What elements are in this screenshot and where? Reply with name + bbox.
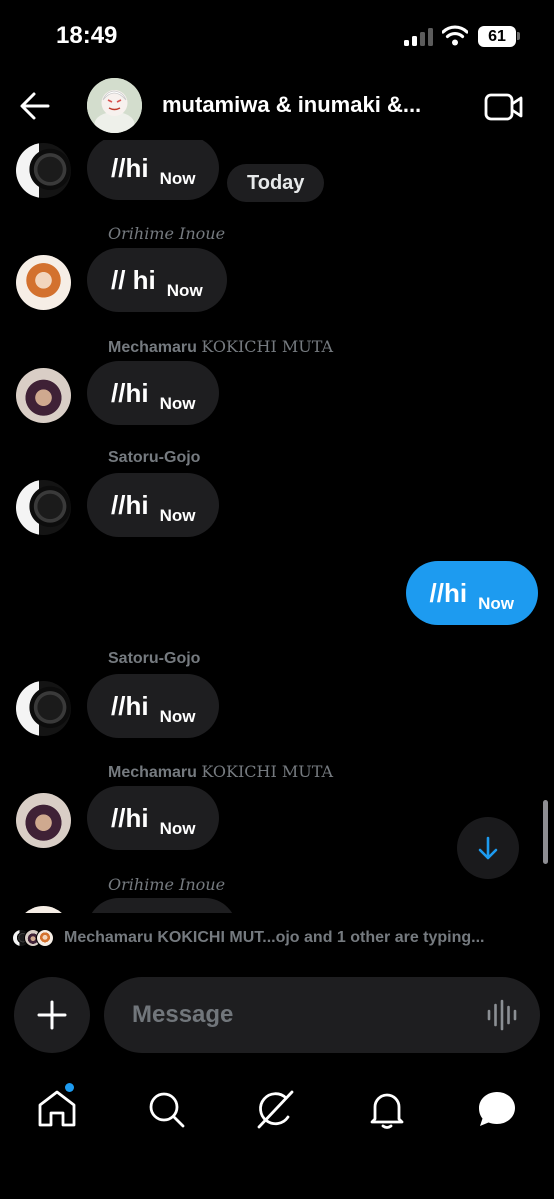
notification-dot <box>65 1083 74 1092</box>
message-text: //hi <box>111 489 149 520</box>
sender-avatar[interactable] <box>16 368 71 423</box>
message-time: Now <box>159 707 196 726</box>
back-button[interactable] <box>18 90 52 122</box>
sender-name: Satoru-Gojo <box>108 449 201 466</box>
video-call-button[interactable] <box>484 92 524 122</box>
battery-tip <box>517 32 520 40</box>
battery-indicator: 61 <box>478 26 516 47</box>
message-bubble[interactable]: //hi Now <box>87 786 220 850</box>
message-text: //hi <box>111 152 149 183</box>
grok-icon[interactable] <box>253 1087 297 1131</box>
sender-name: Satoru-Gojo <box>108 650 201 667</box>
conversation-title[interactable]: mutamiwa & inumaki &... <box>162 92 460 118</box>
sender-name-part: KOKICHI MUTA <box>201 762 334 781</box>
wifi-icon <box>442 25 468 46</box>
message-text: //hi <box>111 690 149 721</box>
message-text: // hi <box>111 264 156 295</box>
typing-text: Mechamaru KOKICHI MUT...ojo and 1 other … <box>64 929 485 947</box>
message-time: Now <box>159 394 196 413</box>
sender-avatar[interactable] <box>16 255 71 310</box>
typing-indicator: Mechamaru KOKICHI MUT...ojo and 1 other … <box>12 927 542 951</box>
bottom-navigation <box>0 1075 554 1199</box>
typing-text-part: Mechamaru <box>64 929 153 946</box>
message-time: Now <box>159 169 196 188</box>
bell-icon[interactable] <box>365 1087 409 1131</box>
typing-text-part: KOKICHI MUT <box>152 929 263 946</box>
message-text: //hi <box>111 802 149 833</box>
plus-icon <box>37 1000 67 1030</box>
conversation-header: mutamiwa & inumaki &... <box>0 72 554 140</box>
message-bubble[interactable] <box>87 898 237 913</box>
sender-avatar[interactable] <box>16 480 71 535</box>
typing-avatar <box>36 929 54 947</box>
message-time: Now <box>159 819 196 838</box>
sender-avatar[interactable] <box>16 681 71 736</box>
search-icon[interactable] <box>144 1087 188 1131</box>
status-time: 18:49 <box>56 22 118 49</box>
voice-message-button[interactable] <box>486 999 520 1031</box>
message-input[interactable] <box>104 977 540 1053</box>
date-separator: Today <box>227 164 325 202</box>
sender-name: Mechamaru KOKICHI MUTA <box>108 762 333 782</box>
sender-name: Orihime Inoue <box>108 875 226 894</box>
message-text: //hi <box>111 377 149 408</box>
outgoing-message-bubble[interactable]: //hi Now <box>405 561 538 625</box>
home-icon[interactable] <box>35 1087 79 1131</box>
message-time: Now <box>478 594 514 613</box>
add-attachment-button[interactable] <box>14 977 90 1053</box>
messages-icon[interactable] <box>475 1087 519 1131</box>
message-list[interactable]: //hi Now Today Orihime Inoue // hi Now M… <box>0 140 554 913</box>
cellular-signal-icon <box>404 28 434 46</box>
sender-name: Orihime Inoue <box>108 224 226 243</box>
sender-avatar[interactable] <box>16 906 71 913</box>
sender-name-part: Mechamaru <box>108 764 197 781</box>
message-text: //hi <box>429 577 468 608</box>
sender-name-part: KOKICHI MUTA <box>201 337 334 356</box>
sender-avatar[interactable] <box>16 143 71 198</box>
message-time: Now <box>159 506 196 525</box>
message-bubble[interactable]: //hi Now <box>87 674 220 738</box>
sender-name-part: Mechamaru <box>108 339 197 356</box>
sender-avatar[interactable] <box>16 793 71 848</box>
message-time: Now <box>166 281 203 300</box>
sender-name: Mechamaru KOKICHI MUTA <box>108 337 333 357</box>
group-avatar[interactable] <box>87 78 142 133</box>
scrollbar[interactable] <box>543 800 548 864</box>
arrow-down-icon <box>478 836 498 860</box>
message-bubble[interactable]: //hi Now <box>87 140 220 200</box>
message-bubble[interactable]: //hi Now <box>87 473 220 537</box>
typing-text-part: ...ojo and 1 other are typing... <box>262 929 485 946</box>
scroll-to-bottom-button[interactable] <box>457 817 519 879</box>
message-bubble[interactable]: //hi Now <box>87 361 220 425</box>
message-bubble[interactable]: // hi Now <box>87 248 227 312</box>
status-bar: 18:49 61 <box>0 0 554 72</box>
